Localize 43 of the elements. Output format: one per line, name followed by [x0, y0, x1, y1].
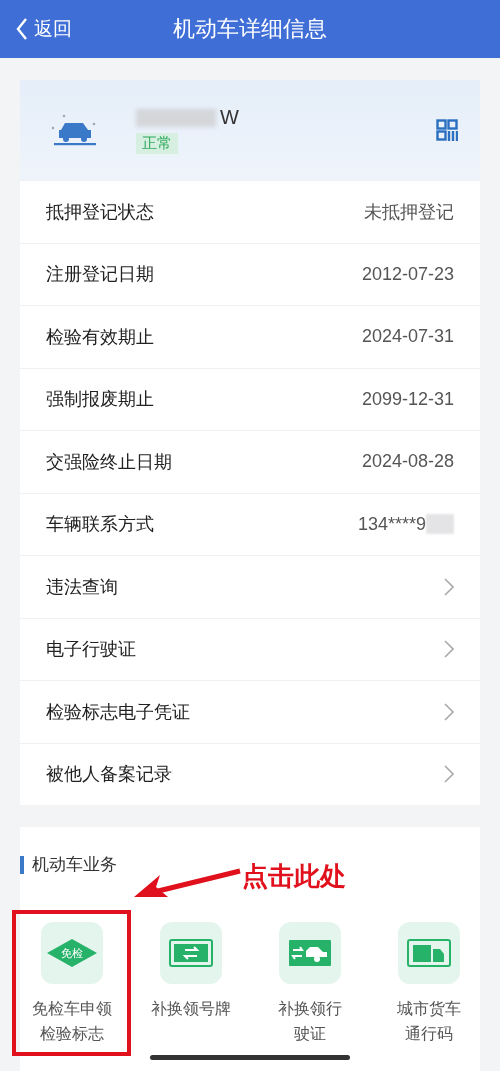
row-value: 2099-12-31 — [361, 388, 454, 410]
service-label: 免检车申领 检验标志 — [31, 998, 112, 1045]
row-value: 2012-07-23 — [361, 263, 454, 285]
menu-row[interactable]: 被他人备案记录 — [20, 742, 480, 805]
back-button[interactable]: 返回 — [0, 16, 72, 42]
chevron-icon — [444, 702, 454, 721]
plate-number: W — [220, 106, 239, 129]
highlighted-service-item[interactable]: 免检 免检车申领 检验标志 — [12, 910, 131, 1056]
phone-number: 134****9 — [357, 513, 426, 535]
row-label: 注册登记日期 — [46, 262, 154, 287]
redacted-phone — [426, 514, 454, 535]
service-item[interactable]: 补换领号牌 — [131, 910, 250, 1056]
section-title: 机动车业务 — [32, 853, 117, 876]
row-label: 抵押登记状态 — [46, 199, 154, 224]
row-value: 2024-07-31 — [361, 326, 454, 348]
row-label: 检验有效期止 — [46, 324, 154, 349]
badge-label: 免检 — [60, 947, 83, 960]
service-label: 城市货车 通行码 — [396, 998, 461, 1045]
chevron-icon — [444, 640, 454, 659]
service-item[interactable]: 城市货车 通行码 — [369, 910, 488, 1056]
section-marker — [20, 855, 24, 874]
car-swap-icon — [288, 940, 331, 966]
qr-code-icon[interactable] — [436, 119, 458, 141]
status-tag: 正常 — [136, 133, 178, 154]
menu-row[interactable]: 违法查询 — [20, 555, 480, 618]
annotation-text: 点击此处 — [242, 860, 346, 893]
service-item[interactable]: 补换领行 驶证 — [250, 910, 369, 1056]
page-title: 机动车详细信息 — [173, 15, 327, 43]
plate-swap-icon — [168, 939, 213, 967]
row-label: 交强险终止日期 — [46, 449, 172, 474]
diamond-badge-icon — [46, 939, 97, 967]
row-value: 2024-08-28 — [361, 451, 454, 473]
chevron-icon — [444, 577, 454, 596]
back-icon — [16, 18, 28, 40]
menu-row[interactable]: 电子行驶证 — [20, 617, 480, 680]
service-label: 补换领号牌 — [150, 998, 231, 1020]
menu-row[interactable]: 检验标志电子凭证 — [20, 680, 480, 743]
row-value: 未抵押登记 — [364, 200, 454, 224]
service-label: 补换领行 驶证 — [277, 998, 342, 1045]
truck-icon — [406, 939, 451, 967]
row-label: 车辆联系方式 — [46, 512, 154, 537]
row-label: 强制报废期止 — [46, 387, 154, 412]
chevron-icon — [444, 765, 454, 784]
